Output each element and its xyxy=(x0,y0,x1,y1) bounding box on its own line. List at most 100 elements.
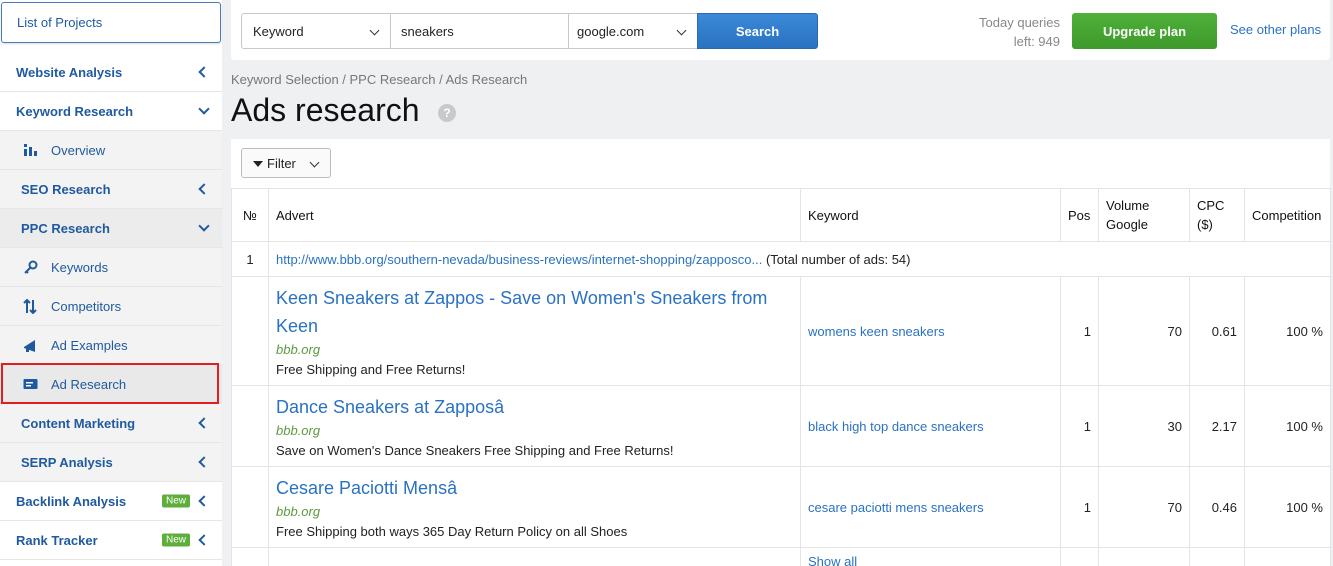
sidebar-item-ad-research[interactable]: Ad Research xyxy=(0,365,222,404)
table-row: Cesare Paciotti Mensâ bbb.org Free Shipp… xyxy=(231,466,1331,548)
cpc-cell: 0.46 xyxy=(1189,466,1245,548)
sidebar-item-label: Keywords xyxy=(51,259,109,275)
competition-cell xyxy=(1244,547,1331,566)
sidebar-item-content-marketing[interactable]: Content Marketing xyxy=(0,404,222,443)
page-title: Ads research xyxy=(231,92,420,128)
list-of-projects-button[interactable]: List of Projects xyxy=(1,2,221,43)
sidebar-item-competitors[interactable]: Competitors xyxy=(0,287,222,326)
ad-title-link[interactable]: Dance Sneakers at Zapposâ xyxy=(276,393,793,421)
sidebar-item-label: Content Marketing xyxy=(21,415,136,431)
breadcrumb: Keyword Selection / PPC Research / Ads R… xyxy=(231,72,528,87)
upgrade-plan-button[interactable]: Upgrade plan xyxy=(1072,13,1217,49)
sidebar-item-seo-research[interactable]: SEO Research xyxy=(0,170,222,209)
sidebar-item-backlink-analysis[interactable]: Backlink Analysis New xyxy=(0,482,222,521)
col-header-pos[interactable]: Pos xyxy=(1060,188,1099,242)
sidebar-item-ppc-research[interactable]: PPC Research xyxy=(0,209,222,248)
chevron-down-icon xyxy=(369,25,380,36)
sidebar-item-label: Competitors xyxy=(51,298,122,314)
col-header-num[interactable]: № xyxy=(231,188,269,242)
sidebar-item-website-analysis[interactable]: Website Analysis xyxy=(0,53,222,92)
ad-description: Save on Women's Dance Sneakers Free Ship… xyxy=(276,442,674,458)
volume-cell: 30 xyxy=(1098,385,1190,467)
chevron-left-icon xyxy=(198,456,210,468)
sidebar-item-label: Ad Examples xyxy=(51,337,128,353)
advert-cell: Keen Sneakers at Zappos - Save on Women'… xyxy=(268,276,801,386)
filter-button[interactable]: Filter xyxy=(241,148,331,178)
see-other-plans-link[interactable]: See other plans xyxy=(1230,22,1321,37)
ads-table: № Advert Keyword Pos Volume Google CPC (… xyxy=(231,188,1331,566)
sidebar-item-keywords[interactable]: Keywords xyxy=(0,248,222,287)
top-search-bar: Keyword google.com Search Today queries … xyxy=(231,0,1330,60)
sidebar: List of Projects Website Analysis Keywor… xyxy=(0,0,222,566)
chart-icon xyxy=(22,142,38,158)
ad-title-link[interactable]: Cesare Paciotti Mensâ xyxy=(276,474,793,502)
keyword-link[interactable]: black high top dance sneakers xyxy=(800,385,1061,467)
advert-cell: Dance Sneakers at Zapposâ bbb.org Save o… xyxy=(268,385,801,467)
col-header-keyword[interactable]: Keyword xyxy=(800,188,1061,242)
pos-cell: 1 xyxy=(1060,466,1099,548)
show-all-cell: Show all xyxy=(800,547,1061,566)
table-group-row: 1 http://www.bbb.org/southern-nevada/bus… xyxy=(231,241,1331,277)
database-select[interactable]: google.com xyxy=(568,13,698,49)
sidebar-item-ad-examples[interactable]: Ad Examples xyxy=(0,326,222,365)
group-cell: http://www.bbb.org/southern-nevada/busin… xyxy=(268,241,1331,277)
sidebar-item-overview[interactable]: Overview xyxy=(0,131,222,170)
row-number-cell xyxy=(231,466,269,548)
new-badge: New xyxy=(161,533,190,547)
advert-cell xyxy=(268,547,801,566)
ad-title-link[interactable]: Keen Sneakers at Zappos - Save on Women'… xyxy=(276,284,793,340)
key-icon xyxy=(22,259,38,275)
chevron-down-icon xyxy=(198,103,210,115)
filter-label: Filter xyxy=(267,155,296,171)
advertiser-url-link[interactable]: http://www.bbb.org/southern-nevada/busin… xyxy=(276,252,762,267)
competition-cell: 100 % xyxy=(1244,385,1331,467)
chevron-left-icon xyxy=(198,534,210,546)
chevron-left-icon xyxy=(198,66,210,78)
col-header-competition[interactable]: Competition xyxy=(1244,188,1331,242)
table-row: Keen Sneakers at Zappos - Save on Women'… xyxy=(231,276,1331,386)
queries-line2: left: 949 xyxy=(1013,34,1060,49)
chevron-left-icon xyxy=(198,417,210,429)
sidebar-item-keyword-research[interactable]: Keyword Research xyxy=(0,92,222,131)
sidebar-nav: Website Analysis Keyword Research Overvi… xyxy=(0,53,222,560)
total-ads-count: (Total number of ads: 54) xyxy=(765,251,911,267)
chevron-left-icon xyxy=(198,495,210,507)
chevron-left-icon xyxy=(198,183,210,195)
ad-domain: bbb.org xyxy=(276,422,321,438)
search-type-select[interactable]: Keyword xyxy=(241,13,391,49)
keyword-link[interactable]: cesare paciotti mens sneakers xyxy=(800,466,1061,548)
sidebar-item-rank-tracker[interactable]: Rank Tracker New xyxy=(0,521,222,560)
volume-cell xyxy=(1098,547,1190,566)
sidebar-item-label: Rank Tracker xyxy=(16,532,98,548)
sidebar-item-serp-analysis[interactable]: SERP Analysis xyxy=(0,443,222,482)
col-header-advert[interactable]: Advert xyxy=(268,188,801,242)
chevron-down-icon xyxy=(309,157,320,168)
competition-cell: 100 % xyxy=(1244,466,1331,548)
row-number-cell xyxy=(231,547,269,566)
search-button[interactable]: Search xyxy=(697,13,818,49)
volume-cell: 70 xyxy=(1098,276,1190,386)
row-number-cell xyxy=(231,385,269,467)
sidebar-item-label: Overview xyxy=(51,142,106,158)
col-header-cpc[interactable]: CPC ($) xyxy=(1189,188,1245,242)
row-number-cell xyxy=(231,276,269,386)
help-icon[interactable]: ? xyxy=(438,104,456,122)
keyword-link[interactable]: womens keen sneakers xyxy=(800,276,1061,386)
sidebar-item-label: Website Analysis xyxy=(16,64,123,80)
competition-cell: 100 % xyxy=(1244,276,1331,386)
col-header-volume[interactable]: Volume Google xyxy=(1098,188,1190,242)
sidebar-item-label: PPC Research xyxy=(21,220,110,236)
ad-domain: bbb.org xyxy=(276,503,321,519)
cpc-cell xyxy=(1189,547,1245,566)
sidebar-item-label: Backlink Analysis xyxy=(16,493,127,509)
sort-arrows-icon xyxy=(22,298,38,314)
table-row: Show all xyxy=(231,547,1331,566)
ad-domain: bbb.org xyxy=(276,341,321,357)
database-value: google.com xyxy=(577,23,645,39)
queries-line1: Today queries xyxy=(979,15,1060,30)
cpc-cell: 0.61 xyxy=(1189,276,1245,386)
keyword-input[interactable] xyxy=(390,13,569,49)
ad-description: Free Shipping and Free Returns! xyxy=(276,361,466,377)
chevron-down-icon xyxy=(676,25,687,36)
show-all-link[interactable]: Show all xyxy=(808,554,857,566)
